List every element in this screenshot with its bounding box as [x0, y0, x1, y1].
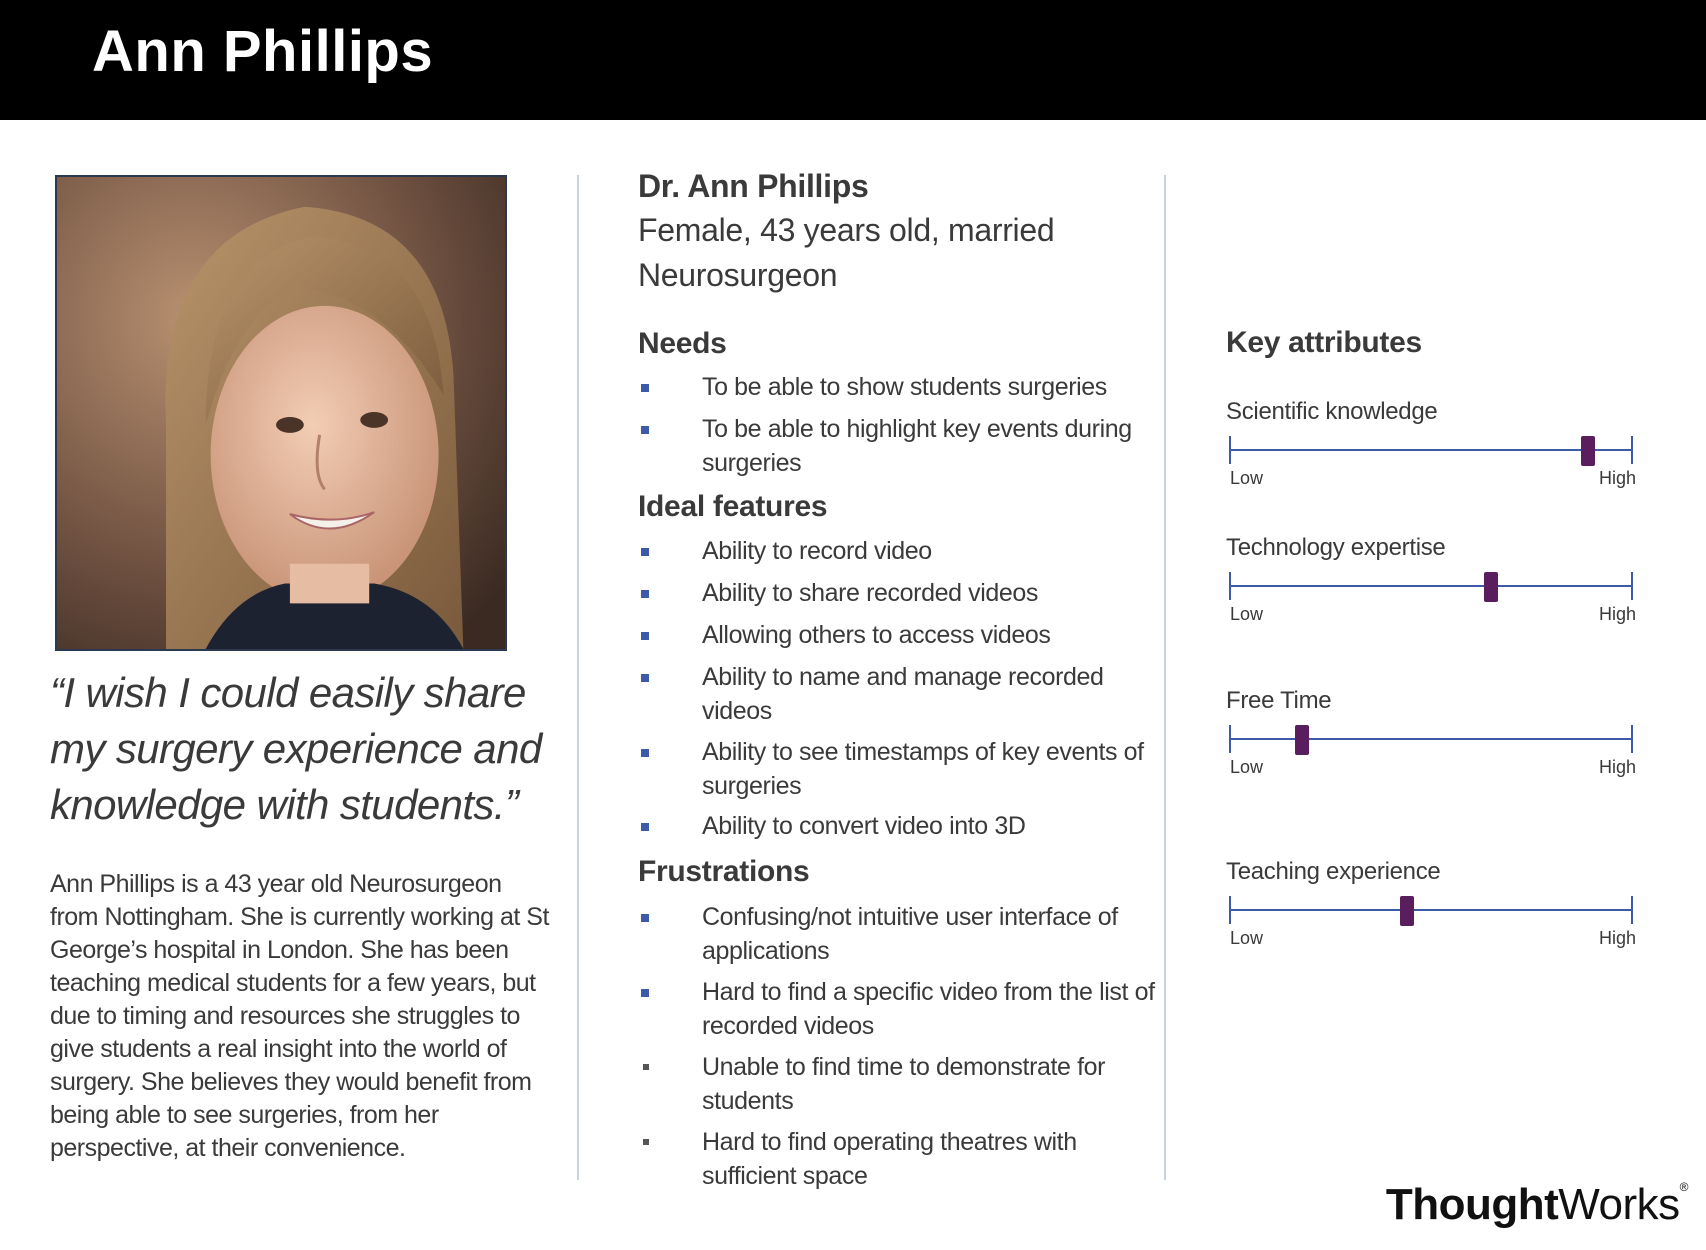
scale-low-label: Low [1230, 604, 1264, 624]
bullet-marker [641, 384, 649, 392]
attribute-technology-expertise: Technology expertise Low High [1226, 534, 1636, 644]
frustrations-heading: Frustrations [638, 855, 810, 888]
needs-item: To be able to highlight key events durin… [702, 415, 1132, 477]
features-item: Ability to convert video into 3D [702, 812, 1026, 840]
portrait-image [57, 177, 505, 649]
scale-high-label: High [1598, 757, 1636, 777]
bullet-marker [641, 632, 649, 640]
logo-registered-mark: ® [1679, 1180, 1689, 1194]
scale-low-tick [1229, 896, 1231, 924]
logo-bold-part: Thought [1385, 1180, 1559, 1229]
bullet-marker [641, 590, 649, 598]
features-item: Ability to share recorded videos [702, 579, 1038, 607]
persona-bio: Ann Phillips is a 43 year old Neurosurge… [50, 870, 549, 1162]
attribute-level-marker [1484, 572, 1499, 602]
attribute-teaching-experience: Teaching experience Low High [1226, 858, 1636, 968]
features-item: Allowing others to access videos [702, 621, 1051, 649]
bullet-marker [641, 426, 649, 434]
thoughtworks-logo: ThoughtWorks® [1385, 1180, 1689, 1230]
attribute-scale [1230, 738, 1632, 740]
bullet-marker [641, 674, 649, 682]
attribute-scientific-knowledge: Scientific knowledge Low High [1226, 398, 1636, 508]
key-attributes-heading: Key attributes [1226, 326, 1422, 359]
profile-name: Dr. Ann Phillips [638, 168, 869, 204]
scale-low-label: Low [1230, 928, 1264, 948]
profile-occupation: Neurosurgeon [638, 257, 838, 293]
scale-high-label: High [1598, 928, 1636, 948]
attribute-label: Scientific knowledge [1226, 398, 1438, 425]
persona-quote: “I wish I could easily share my surgery … [50, 669, 542, 828]
column-divider-left [577, 175, 579, 1180]
scale-low-tick [1229, 572, 1231, 600]
frustrations-item: Confusing/not intuitive user interface o… [702, 903, 1118, 965]
attribute-scale [1230, 585, 1632, 587]
scale-low-label: Low [1230, 757, 1264, 777]
portrait-photo [55, 175, 507, 651]
features-item: Ability to name and manage recorded vide… [702, 663, 1104, 725]
bullet-marker [641, 548, 649, 556]
profile-demographics: Female, 43 years old, married [638, 212, 1055, 248]
attribute-scale [1230, 909, 1632, 911]
scale-high-tick [1631, 725, 1633, 753]
bullet-marker [641, 914, 649, 922]
features-item: Ability to see timestamps of key events … [702, 738, 1144, 800]
scale-high-tick [1631, 896, 1633, 924]
attribute-scale [1230, 449, 1632, 451]
attribute-label: Teaching experience [1226, 858, 1441, 885]
attribute-level-marker [1580, 436, 1595, 466]
scale-high-tick [1631, 572, 1633, 600]
attribute-level-marker [1399, 896, 1414, 926]
features-item: Ability to record video [702, 537, 932, 565]
needs-heading: Needs [638, 327, 727, 360]
attribute-level-marker [1295, 725, 1310, 755]
bullet-marker [643, 1139, 649, 1145]
scale-high-label: High [1598, 468, 1636, 488]
bullet-marker [641, 749, 649, 757]
features-heading: Ideal features [638, 490, 828, 523]
logo-regular-part: Works [1558, 1180, 1680, 1229]
frustrations-item: Unable to find time to demonstrate for s… [702, 1053, 1106, 1115]
scale-high-label: High [1598, 604, 1636, 624]
scale-low-label: Low [1230, 468, 1264, 488]
scale-high-tick [1631, 436, 1633, 464]
bullet-marker [641, 989, 649, 997]
column-divider-right [1164, 175, 1166, 1180]
scale-low-tick [1229, 436, 1231, 464]
frustrations-item: Hard to find operating theatres with suf… [702, 1128, 1077, 1190]
title-bar: Ann Phillips [0, 0, 1706, 120]
scale-low-tick [1229, 725, 1231, 753]
attribute-label: Technology expertise [1226, 534, 1446, 561]
attribute-label: Free Time [1226, 687, 1332, 714]
frustrations-item: Hard to find a specific video from the l… [702, 978, 1155, 1040]
attribute-free-time: Free Time Low High [1226, 687, 1636, 797]
bullet-marker [643, 1064, 649, 1070]
page-title: Ann Phillips [92, 19, 434, 84]
bullet-marker [641, 823, 649, 831]
needs-item: To be able to show students surgeries [702, 373, 1107, 401]
